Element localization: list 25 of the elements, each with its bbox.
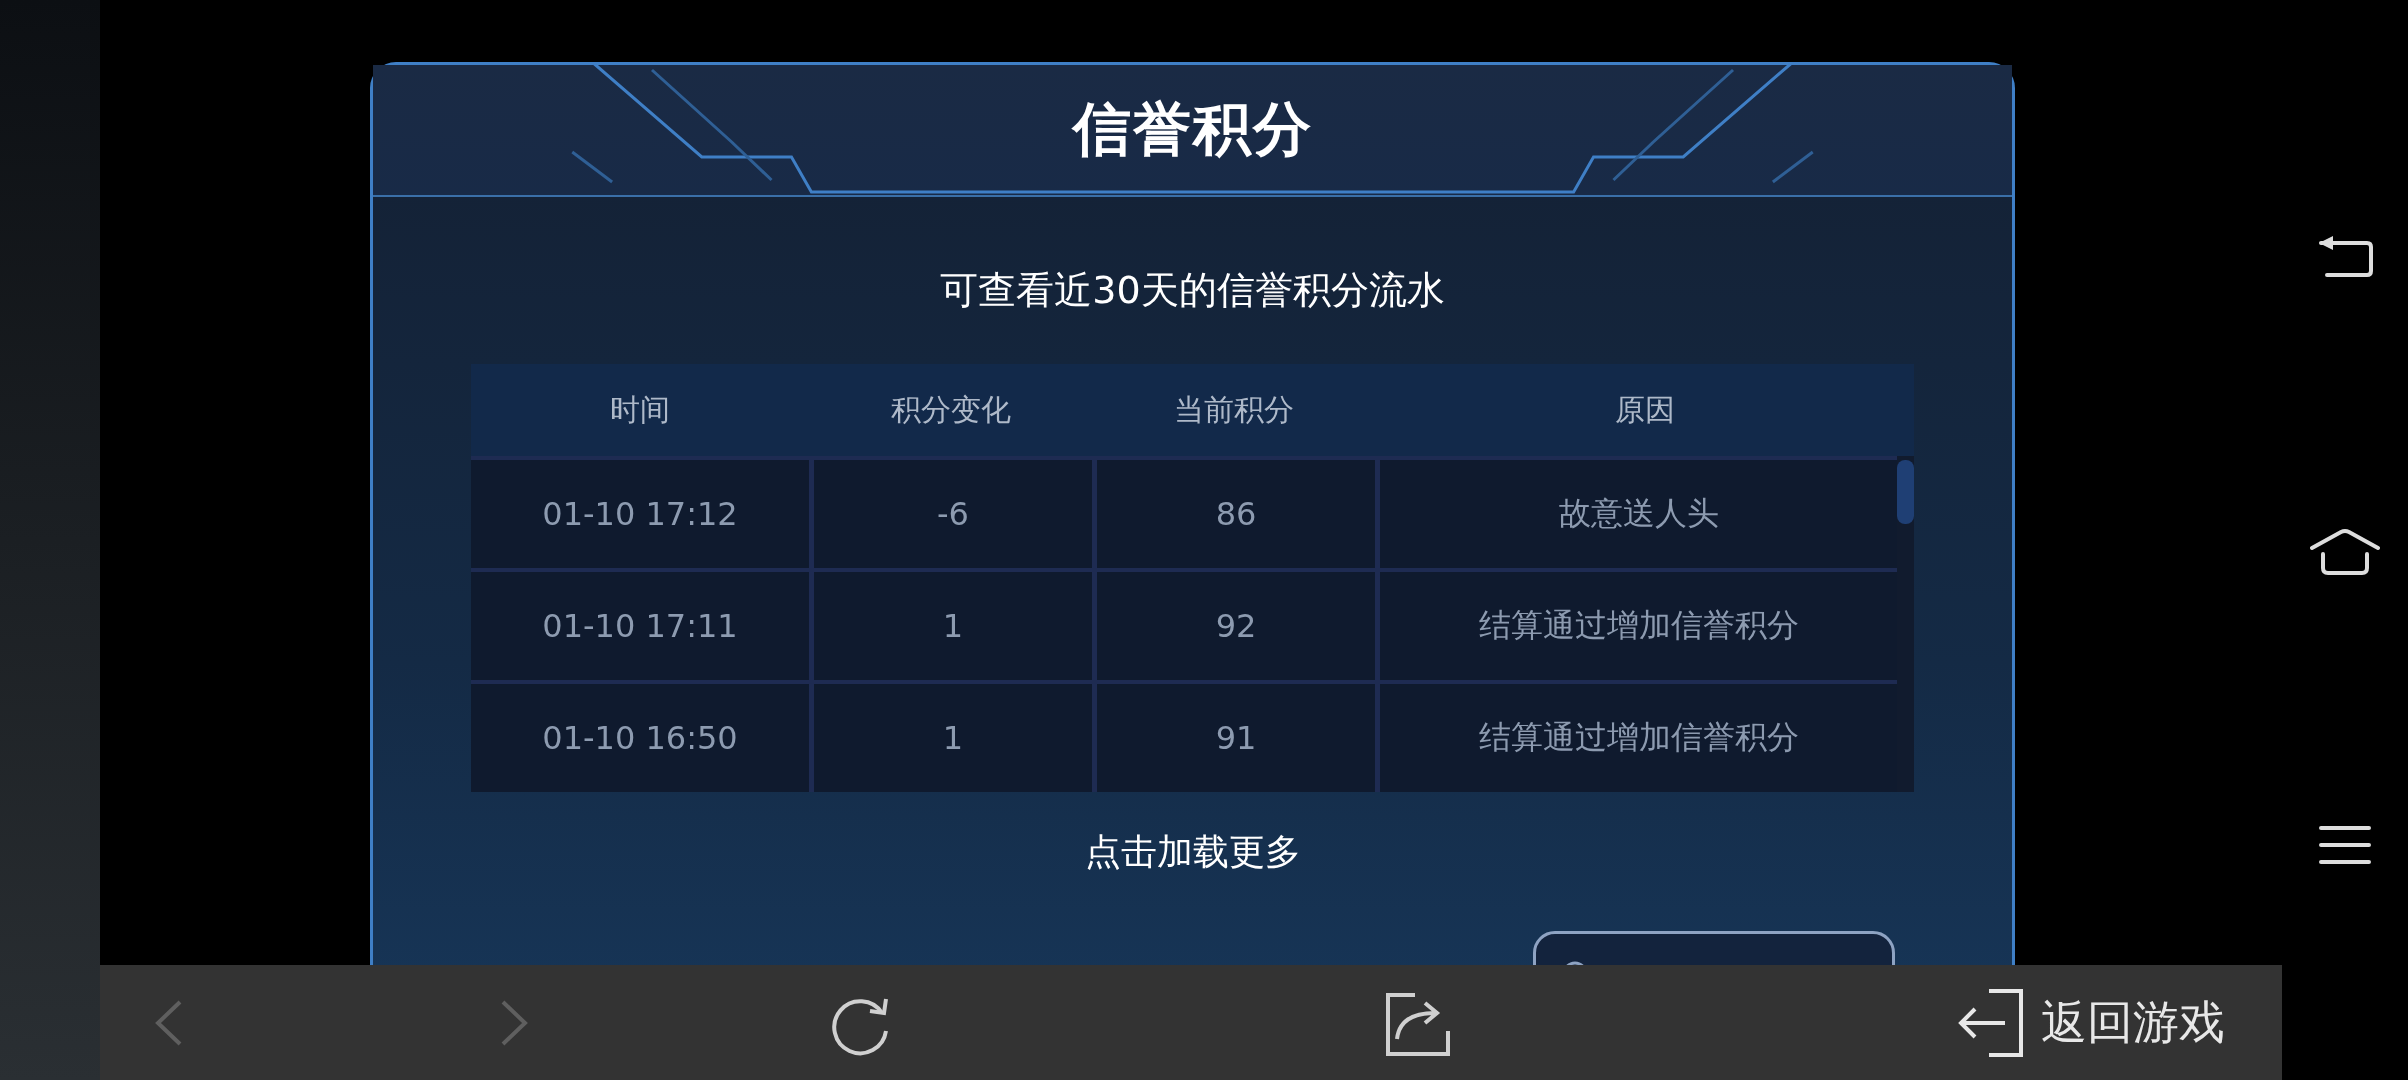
table-cell: 1 — [809, 572, 1092, 680]
dialog-subtitle: 可查看近30天的信誉积分流水 — [940, 267, 1445, 314]
return-to-game-button[interactable]: 返回游戏 — [1955, 983, 2225, 1063]
table-cell: 92 — [1092, 572, 1375, 680]
load-more-link[interactable]: 点击加载更多 — [1084, 828, 1301, 877]
scrollbar-thumb[interactable] — [1897, 460, 1914, 524]
table-cell: 结算通过增加信誉积分 — [1375, 684, 1897, 792]
table-cell: 91 — [1092, 684, 1375, 792]
share-icon[interactable] — [1385, 991, 1451, 1057]
table-cell: -6 — [809, 460, 1092, 568]
table-cell: 86 — [1092, 460, 1375, 568]
column-header: 原因 — [1613, 390, 1676, 429]
menu-icon[interactable] — [2319, 825, 2371, 866]
table-cell: 01-10 17:12 — [471, 460, 809, 568]
table-cell: 01-10 17:11 — [471, 572, 809, 680]
column-header: 时间 — [609, 390, 671, 429]
table-cell: 01-10 16:50 — [471, 684, 809, 792]
table-cell: 结算通过增加信誉积分 — [1375, 572, 1897, 680]
home-icon[interactable] — [2309, 528, 2381, 576]
table-cell: 1 — [809, 684, 1092, 792]
table-cell: 故意送人头 — [1375, 460, 1897, 568]
column-header: 积分变化 — [889, 390, 1012, 429]
back-icon[interactable] — [2317, 234, 2373, 279]
column-header: 当前积分 — [1172, 390, 1295, 429]
dialog-title: 信誉积分 — [1072, 94, 1313, 165]
